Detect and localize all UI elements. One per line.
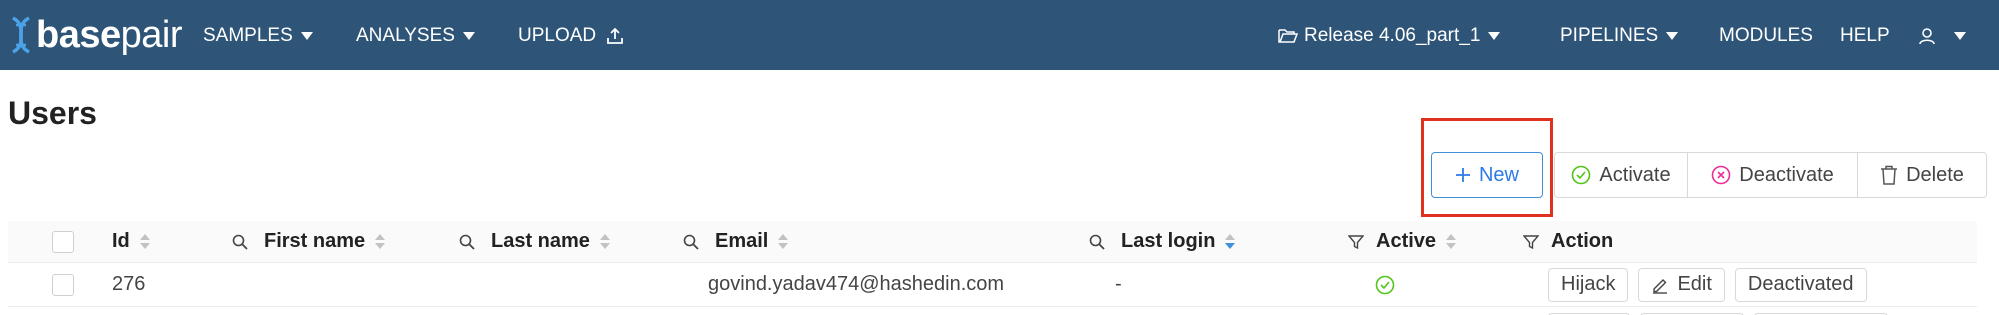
release-selector[interactable]: Release 4.06_part_1 xyxy=(1278,24,1501,48)
sort-icon xyxy=(1446,234,1457,249)
hijack-button-label: Hijack xyxy=(1561,273,1616,295)
deactivate-button[interactable]: Deactivate xyxy=(1687,152,1858,198)
sort-icon xyxy=(599,234,610,249)
release-label: Release 4.06_part_1 xyxy=(1304,25,1481,46)
page-title: Users xyxy=(8,95,97,131)
folder-open-icon xyxy=(1278,29,1298,43)
header-last-name[interactable]: Last name xyxy=(459,221,610,262)
cell-active xyxy=(1375,263,1395,306)
header-active-label: Active xyxy=(1376,230,1437,252)
nav-samples-label: SAMPLES xyxy=(203,25,293,46)
cell-email: govind.yadav474@hashedin.com xyxy=(708,273,1005,295)
caret-down-icon xyxy=(1488,32,1501,40)
new-user-button[interactable]: New xyxy=(1431,152,1543,198)
table-row[interactable]: 276 govind.yadav474@hashedin.com - Hijac… xyxy=(8,263,1977,307)
nav-analyses-label: ANALYSES xyxy=(356,25,455,46)
header-id-label: Id xyxy=(112,230,130,252)
sort-icon xyxy=(375,234,386,249)
check-circle-icon xyxy=(1375,275,1395,294)
sort-desc-icon xyxy=(1225,234,1236,249)
table-header-row: Id First name Last name Email Last login… xyxy=(8,221,1977,263)
delete-button[interactable]: Delete xyxy=(1857,152,1987,198)
filter-icon[interactable] xyxy=(1348,234,1364,250)
hijack-button[interactable]: Hijack xyxy=(1548,267,1629,302)
checkbox-box xyxy=(52,273,74,296)
caret-down-icon xyxy=(1666,32,1679,40)
cell-last-login: - xyxy=(1115,273,1122,295)
header-first-name-label: First name xyxy=(264,230,366,252)
select-all-checkbox[interactable] xyxy=(52,221,74,262)
nav-modules-label: MODULES xyxy=(1719,25,1813,46)
nav-pipelines-menu[interactable]: PIPELINES xyxy=(1560,24,1679,48)
row-checkbox[interactable] xyxy=(52,263,74,306)
plus-icon xyxy=(1455,168,1470,182)
new-button-label: New xyxy=(1478,163,1519,186)
edit-button-label: Edit xyxy=(1677,273,1712,295)
nav-help-label: HELP xyxy=(1840,25,1890,46)
header-last-login-label: Last login xyxy=(1121,230,1216,252)
header-email-label: Email xyxy=(715,230,769,252)
deactivate-button-label: Deactivate xyxy=(1739,163,1834,186)
deactivated-button-label: Deactivated xyxy=(1747,273,1854,295)
check-circle-icon xyxy=(1572,165,1591,185)
cell-id: 276 xyxy=(112,273,146,295)
filter-icon[interactable] xyxy=(1523,234,1539,250)
search-icon[interactable] xyxy=(232,234,248,250)
user-menu[interactable] xyxy=(1918,24,1966,48)
caret-down-icon xyxy=(1954,32,1966,40)
brand-name: basepair xyxy=(36,14,183,56)
table-row-partial xyxy=(8,307,1977,315)
nav-help-link[interactable]: HELP xyxy=(1840,24,1890,48)
caret-down-icon xyxy=(300,32,313,40)
edit-icon xyxy=(1653,278,1668,294)
deactivated-button[interactable]: Deactivated xyxy=(1734,267,1867,302)
close-circle-icon xyxy=(1711,165,1731,185)
nav-upload-link[interactable]: UPLOAD xyxy=(518,24,624,48)
sort-icon xyxy=(139,234,150,249)
checkbox-box xyxy=(52,230,74,253)
edit-button[interactable]: Edit xyxy=(1638,267,1725,302)
header-active[interactable]: Active xyxy=(1348,221,1457,262)
nav-pipelines-label: PIPELINES xyxy=(1560,25,1659,46)
delete-button-label: Delete xyxy=(1906,163,1964,186)
caret-down-icon xyxy=(462,32,475,40)
header-email[interactable]: Email xyxy=(683,221,789,262)
header-id[interactable]: Id xyxy=(112,221,150,262)
nav-modules-link[interactable]: MODULES xyxy=(1719,24,1813,48)
header-last-login[interactable]: Last login xyxy=(1089,221,1236,262)
header-action: Action xyxy=(1523,221,1613,262)
activate-button[interactable]: Activate xyxy=(1554,152,1688,198)
sort-icon xyxy=(778,234,789,249)
nav-upload-label: UPLOAD xyxy=(518,25,597,46)
cell-actions: Hijack Edit Deactivated xyxy=(1548,263,1877,306)
basepair-logo[interactable]: basepair xyxy=(8,14,183,56)
header-action-label: Action xyxy=(1551,230,1614,252)
upload-icon xyxy=(607,27,624,44)
user-icon xyxy=(1919,28,1935,45)
header-last-name-label: Last name xyxy=(491,230,590,252)
nav-samples-menu[interactable]: SAMPLES xyxy=(203,24,313,48)
nav-analyses-menu[interactable]: ANALYSES xyxy=(356,24,475,48)
trash-icon xyxy=(1881,165,1898,185)
top-navbar: basepair SAMPLES ANALYSES UPLOAD Release… xyxy=(0,0,1999,70)
dna-logo-icon xyxy=(11,16,31,54)
search-icon[interactable] xyxy=(459,234,475,250)
search-icon[interactable] xyxy=(1089,234,1105,250)
header-first-name[interactable]: First name xyxy=(232,221,386,262)
activate-button-label: Activate xyxy=(1599,163,1671,186)
search-icon[interactable] xyxy=(683,234,699,250)
